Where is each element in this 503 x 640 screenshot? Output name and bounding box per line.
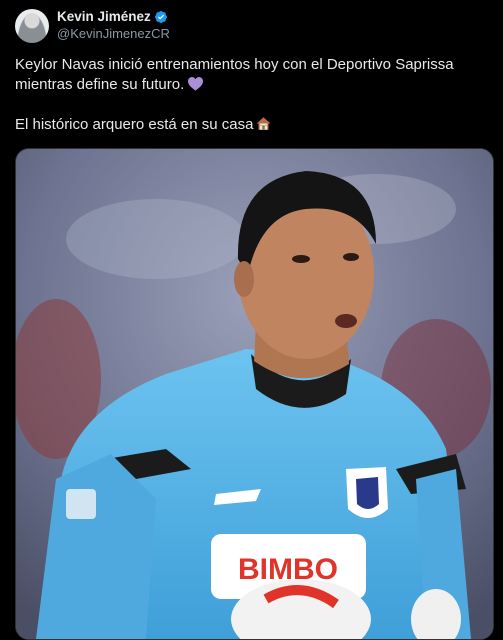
tweet-line-2: El histórico arquero está en su casa bbox=[15, 115, 490, 135]
author-names: Kevin Jiménez @KevinJimenezCR bbox=[57, 9, 170, 42]
purple-heart-icon bbox=[188, 77, 204, 91]
author-display-name[interactable]: Kevin Jiménez bbox=[57, 9, 151, 25]
tweet-line-1: Keylor Navas inició entrenamientos hoy c… bbox=[15, 55, 490, 95]
tweet-text: Keylor Navas inició entrenamientos hoy c… bbox=[15, 55, 490, 135]
verified-badge-icon bbox=[154, 11, 167, 23]
photo-goalkeeper: BIMBO bbox=[16, 149, 493, 639]
author-handle[interactable]: @KevinJimenezCR bbox=[57, 25, 170, 42]
tweet-line-2-text: El histórico arquero está en su casa bbox=[15, 116, 254, 133]
tweet-line-1-text: Keylor Navas inició entrenamientos hoy c… bbox=[15, 56, 454, 93]
tweet-header: Kevin Jiménez @KevinJimenezCR bbox=[15, 9, 170, 45]
author-avatar[interactable] bbox=[15, 9, 49, 43]
house-icon bbox=[257, 117, 271, 130]
name-row: Kevin Jiménez bbox=[57, 9, 170, 25]
tweet-photo[interactable]: BIMBO bbox=[15, 148, 494, 640]
